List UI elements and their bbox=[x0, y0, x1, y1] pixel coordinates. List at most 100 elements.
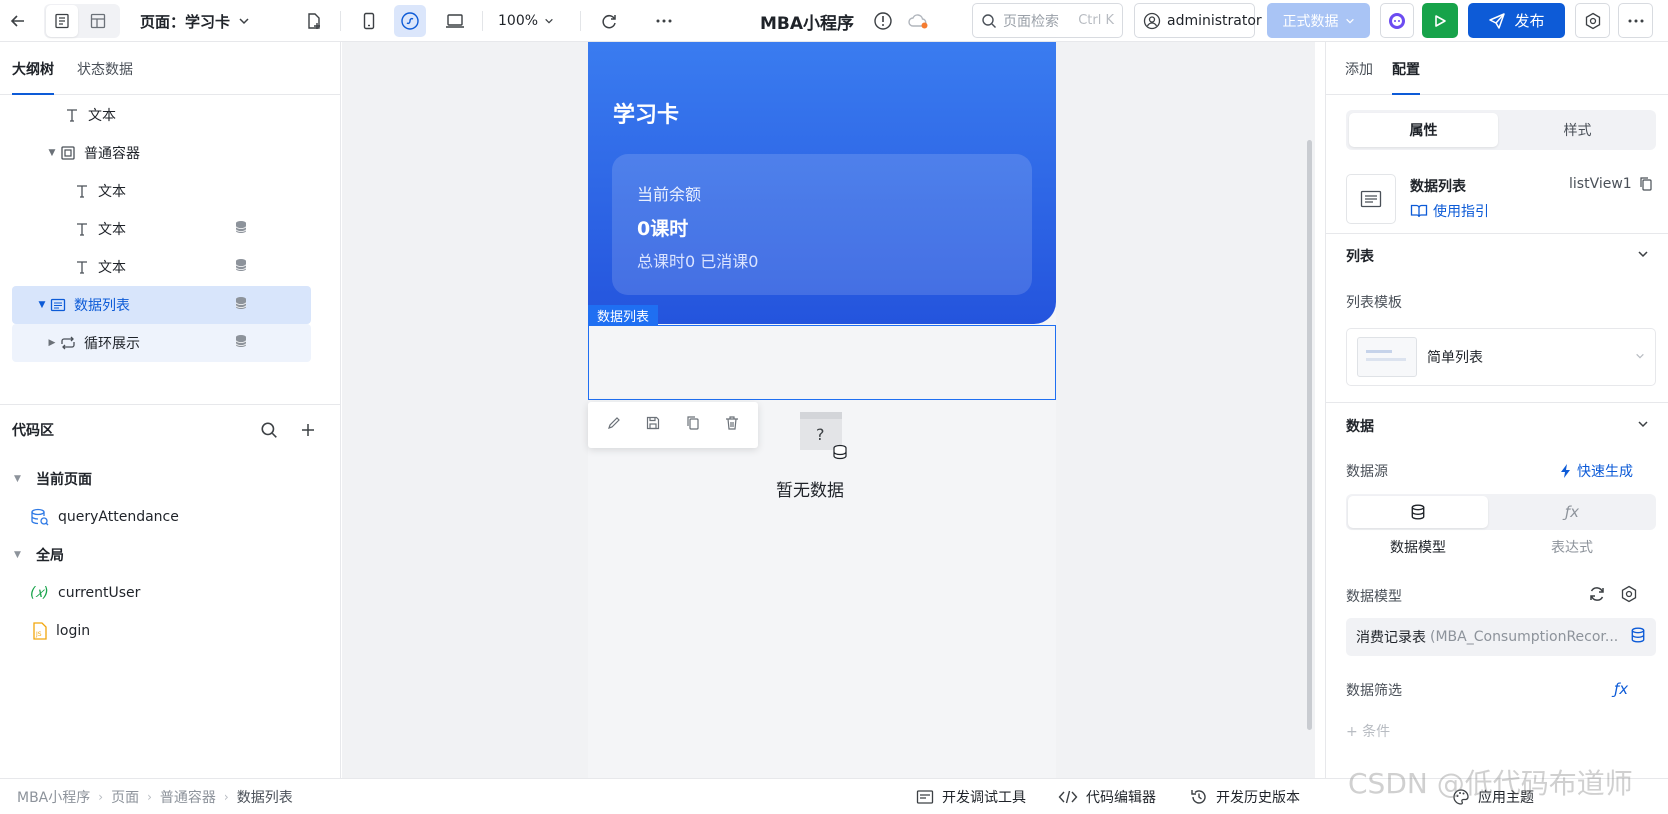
list-template-select[interactable]: 简单列表 bbox=[1346, 328, 1656, 386]
tab-config[interactable]: 配置 bbox=[1392, 42, 1420, 95]
breadcrumb-item[interactable]: 页面 bbox=[111, 787, 139, 807]
left-tabs: 大纲树 状态数据 bbox=[0, 42, 340, 95]
tab-state-data[interactable]: 状态数据 bbox=[77, 42, 133, 95]
tree-node-text[interactable]: 文本 bbox=[12, 96, 311, 134]
design-canvas[interactable]: 学习卡 当前余额 0课时 总课时0 已消课0 数据列表 ? 暂无数据 bbox=[342, 42, 1315, 778]
code-item-script[interactable]: JS login bbox=[0, 612, 341, 650]
history-label: 开发历史版本 bbox=[1216, 789, 1300, 806]
code-item-variable[interactable]: (𝑥) currentUser bbox=[0, 574, 341, 612]
zoom-select[interactable]: 100% bbox=[498, 0, 554, 42]
tree-node-text[interactable]: 文本 bbox=[12, 210, 311, 248]
settings-icon[interactable] bbox=[1575, 3, 1610, 38]
page-selector[interactable]: 页面：学习卡 bbox=[140, 0, 250, 42]
breadcrumb-item[interactable]: MBA小程序 bbox=[17, 787, 90, 807]
user-menu[interactable]: administrator bbox=[1134, 3, 1262, 38]
breadcrumb-item[interactable]: 普通容器 bbox=[160, 787, 216, 807]
settings-icon[interactable] bbox=[1620, 585, 1638, 607]
caret-right-icon[interactable]: ▶ bbox=[46, 338, 58, 348]
refresh-icon[interactable] bbox=[593, 5, 625, 37]
variable-icon: (𝑥) bbox=[30, 585, 49, 601]
search-icon[interactable] bbox=[253, 414, 285, 446]
caret-down-icon: ▼ bbox=[14, 550, 21, 560]
ai-assistant-icon[interactable] bbox=[1380, 3, 1414, 38]
code-area-header: 代码区 bbox=[0, 404, 341, 454]
tree-node-loop[interactable]: ▶ 循环展示 bbox=[12, 324, 311, 362]
search-shortcut: Ctrl K bbox=[1078, 13, 1114, 28]
info-icon[interactable] bbox=[867, 5, 899, 37]
top-toolbar: 页面：学习卡 100% MBA小程序 页面检索 Ctrl K administr… bbox=[0, 0, 1668, 42]
history-button[interactable]: 开发历史版本 bbox=[1190, 779, 1300, 814]
code-group-label: 当前页面 bbox=[36, 472, 92, 488]
dev-tools-button[interactable]: 开发调试工具 bbox=[916, 779, 1026, 814]
copy-icon[interactable] bbox=[685, 415, 701, 435]
mobile-preview-icon[interactable] bbox=[353, 5, 385, 37]
divider bbox=[580, 11, 581, 31]
copy-icon[interactable] bbox=[1638, 176, 1654, 192]
book-icon bbox=[1410, 203, 1428, 219]
page-search-input[interactable]: 页面检索 Ctrl K bbox=[972, 3, 1123, 38]
data-model-select[interactable]: 消费记录表 (MBA_ConsumptionRecor... bbox=[1346, 618, 1656, 656]
right-panel: 添加 配置 属性 样式 数据列表 使用指引 listView1 列表 列表模板 … bbox=[1325, 42, 1668, 778]
props-style-toggle: 属性 样式 bbox=[1346, 110, 1656, 150]
tab-outline-tree[interactable]: 大纲树 bbox=[12, 42, 54, 95]
chevron-right-icon: › bbox=[147, 789, 152, 804]
quick-generate-link[interactable]: 快速生成 bbox=[1560, 461, 1633, 481]
back-arrow-icon[interactable] bbox=[2, 5, 34, 37]
tree-node-container[interactable]: ▼ 普通容器 bbox=[12, 134, 311, 172]
lightning-icon bbox=[1560, 463, 1572, 479]
study-card[interactable]: 学习卡 当前余额 0课时 总课时0 已消课0 bbox=[588, 42, 1056, 324]
chevron-down-icon bbox=[1637, 248, 1649, 264]
section-data[interactable]: 数据 bbox=[1346, 414, 1649, 438]
template-thumbnail bbox=[1357, 337, 1417, 377]
tab-style[interactable]: 样式 bbox=[1503, 113, 1652, 147]
usage-guide-link[interactable]: 使用指引 bbox=[1410, 201, 1489, 221]
view-toggle bbox=[44, 4, 120, 38]
add-icon[interactable] bbox=[292, 414, 324, 446]
publish-button[interactable]: 发布 bbox=[1468, 3, 1565, 38]
data-model-option-icon[interactable] bbox=[1348, 496, 1488, 528]
run-preview-button[interactable] bbox=[1422, 3, 1458, 38]
app-theme-button[interactable]: 应用主题 bbox=[1452, 779, 1534, 814]
tree-node-text[interactable]: 文本 bbox=[12, 248, 311, 286]
data-env-select[interactable]: 正式数据 bbox=[1267, 3, 1370, 38]
more-options-icon[interactable] bbox=[648, 5, 680, 37]
canvas-scrollbar[interactable] bbox=[1307, 140, 1312, 730]
delete-icon[interactable] bbox=[724, 415, 740, 435]
section-list[interactable]: 列表 bbox=[1346, 244, 1649, 268]
divider bbox=[1326, 233, 1668, 234]
add-page-icon[interactable] bbox=[298, 5, 330, 37]
layout-view-icon[interactable] bbox=[82, 5, 114, 37]
edit-icon[interactable] bbox=[606, 415, 622, 435]
code-group-current-page[interactable]: ▼ 当前页面 bbox=[0, 460, 341, 498]
desktop-preview-icon[interactable] bbox=[439, 5, 471, 37]
filter-add-condition[interactable]: + 条件 bbox=[1346, 721, 1390, 741]
more-menu-icon[interactable] bbox=[1618, 3, 1653, 38]
cloud-sync-icon[interactable] bbox=[902, 5, 934, 37]
caret-down-icon[interactable]: ▼ bbox=[36, 300, 48, 310]
expression-option-icon[interactable]: ƒx bbox=[1502, 496, 1642, 528]
code-area-title: 代码区 bbox=[12, 423, 54, 439]
tree-node-data-list[interactable]: ▼ 数据列表 bbox=[12, 286, 311, 324]
save-icon[interactable] bbox=[645, 415, 661, 435]
tab-properties[interactable]: 属性 bbox=[1349, 113, 1498, 147]
refresh-icon[interactable] bbox=[1588, 585, 1606, 607]
component-id-value: listView1 bbox=[1569, 176, 1632, 192]
page-view-icon[interactable] bbox=[46, 5, 78, 37]
container-icon bbox=[58, 143, 78, 163]
code-group-global[interactable]: ▼ 全局 bbox=[0, 536, 341, 574]
tree-node-text[interactable]: 文本 bbox=[12, 172, 311, 210]
selected-data-list[interactable] bbox=[588, 325, 1056, 400]
code-item-query[interactable]: queryAttendance bbox=[0, 498, 341, 536]
tree-node-label: 文本 bbox=[98, 184, 126, 200]
breadcrumb-current[interactable]: 数据列表 bbox=[237, 787, 293, 807]
mini-program-preview-icon[interactable] bbox=[394, 5, 426, 37]
tab-add[interactable]: 添加 bbox=[1345, 42, 1373, 95]
code-editor-button[interactable]: 代码编辑器 bbox=[1058, 779, 1156, 814]
list-icon bbox=[48, 295, 68, 315]
palette-icon bbox=[1452, 788, 1470, 806]
expression-icon[interactable]: ƒx bbox=[1614, 680, 1628, 698]
code-icon bbox=[1058, 789, 1078, 805]
loop-icon bbox=[58, 333, 78, 353]
caret-down-icon[interactable]: ▼ bbox=[46, 148, 58, 158]
selection-tag[interactable]: 数据列表 bbox=[588, 305, 659, 325]
